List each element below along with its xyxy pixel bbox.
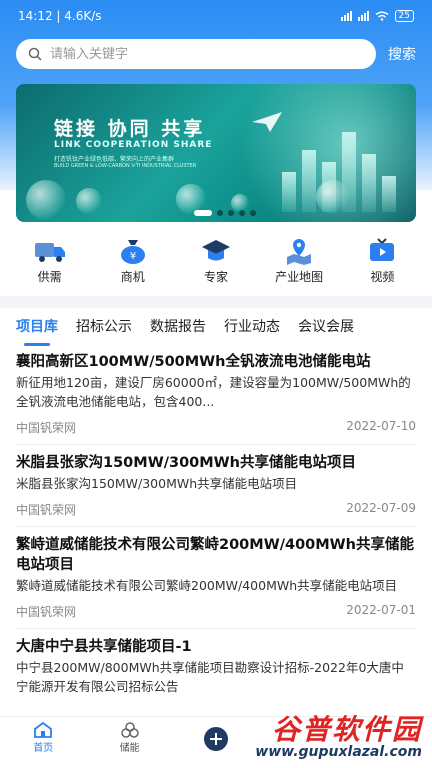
tabbar-label: 储能 (119, 743, 140, 754)
tab-project-library[interactable]: 项目库 (16, 316, 58, 346)
status-time: 14:12 (18, 9, 53, 23)
status-bar: 14:12 | 4.6K/s 25 (0, 0, 432, 32)
quick-nav-expert[interactable]: 专家 (180, 236, 252, 290)
article-meta: 中国钒荣网 2022-07-09 (16, 501, 416, 518)
list-item[interactable]: 米脂县张家沟150MW/300MWh共享储能电站项目 米脂县张家沟150MW/3… (16, 453, 416, 527)
article-summary: 中宁县200MW/800MWh共享储能项目勘察设计招标-2022年0大唐中宁能源… (16, 660, 404, 694)
list-item[interactable]: 襄阳高新区100MW/500MWh全钒液流电池储能电站 新征用地120亩，建设厂… (16, 352, 416, 445)
article-summary: 米脂县张家沟150MW/300MWh共享储能电站项目 (16, 476, 298, 491)
tabbar-home[interactable]: 首页 (13, 721, 73, 754)
quick-nav-business[interactable]: ¥ 商机 (97, 236, 169, 290)
tv-icon (364, 236, 400, 266)
carousel-dot[interactable] (228, 210, 234, 216)
banner-subtitle-en: LINK COOPERATION SHARE (54, 140, 213, 150)
tab-conference[interactable]: 会议会展 (298, 316, 354, 346)
carousel-dot[interactable] (217, 210, 223, 216)
map-pin-icon (281, 236, 317, 266)
category-tabs: 项目库 招标公示 数据报告 行业动态 会议会展 (16, 316, 432, 348)
quick-nav-supply[interactable]: 供需 (14, 236, 86, 290)
quick-nav-label: 产业地图 (275, 270, 324, 284)
list-item[interactable]: 繁峙道威储能技术有限公司繁峙200MW/400MWh共享储能电站项目 繁峙道威储… (16, 535, 416, 629)
quick-nav-video[interactable]: 视频 (346, 236, 418, 290)
banner-carousel[interactable]: 链接 协同 共享 LINK COOPERATION SHARE 打造钒钛产业绿色… (16, 84, 416, 222)
truck-icon (32, 236, 68, 266)
article-title: 米脂县张家沟150MW/300MWh共享储能电站项目 (16, 455, 356, 471)
quick-nav-label: 视频 (370, 270, 395, 284)
banner-bubble (316, 180, 350, 214)
article-source: 中国钒荣网 (16, 421, 77, 435)
article-date: 2022-07-10 (346, 419, 416, 433)
article-title: 大唐中宁县共享储能项目-1 (16, 639, 192, 655)
quick-nav-label: 商机 (120, 270, 145, 284)
banner-bubble (26, 180, 66, 220)
carousel-dots (194, 210, 256, 216)
article-title: 繁峙道威储能技术有限公司繁峙200MW/400MWh共享储能电站项目 (16, 537, 414, 573)
tab-industry-news[interactable]: 行业动态 (224, 316, 280, 346)
signal-icon-2 (357, 11, 369, 21)
quick-nav-label: 专家 (203, 270, 228, 284)
article-date: 2022-07-09 (346, 501, 416, 515)
home-icon (34, 721, 53, 738)
carousel-dot-active[interactable] (194, 210, 212, 216)
graduation-cap-icon (198, 236, 234, 266)
tab-data-report[interactable]: 数据报告 (150, 316, 206, 346)
article-meta: 中国钒荣网 2022-07-10 (16, 419, 416, 436)
status-speed: 4.6K/s (64, 9, 102, 23)
article-source: 中国钒荣网 (16, 605, 77, 619)
article-title: 襄阳高新区100MW/500MWh全钒液流电池储能电站 (16, 354, 371, 370)
status-left: 14:12 | 4.6K/s (18, 9, 102, 23)
article-meta: 中国钒荣网 2022-07-01 (16, 603, 416, 620)
quick-nav-industry-map[interactable]: 产业地图 (263, 236, 335, 290)
paper-plane-icon (252, 112, 282, 132)
banner-bubble (76, 188, 102, 214)
battery-icon: 25 (394, 10, 414, 22)
tab-tender-notice[interactable]: 招标公示 (76, 316, 132, 346)
banner-slogan-en: BUILD GREEN & LOW-CARBON V-TI INDUSTRIAL… (54, 163, 197, 169)
search-row: 搜索 (16, 38, 416, 70)
status-right: 25 (340, 10, 414, 22)
article-summary: 新征用地120亩，建设厂房60000㎡，建设容量为100MW/500MWh的全钒… (16, 375, 411, 409)
search-button[interactable]: 搜索 (388, 44, 416, 64)
search-input[interactable] (50, 46, 330, 62)
quick-nav: 供需 ¥ 商机 专家 产业地图 视频 (8, 236, 424, 290)
article-list: 襄阳高新区100MW/500MWh全钒液流电池储能电站 新征用地120亩，建设厂… (16, 352, 416, 712)
watermark-url: www.gupuxlazal.com (255, 744, 422, 760)
watermark-logo: 谷普软件园 www.gupuxlazal.com (255, 708, 422, 760)
svg-text:¥: ¥ (130, 251, 136, 262)
tabbar-storage[interactable]: 储能 (100, 721, 160, 754)
banner-title: 链接 协同 共享 (54, 118, 206, 140)
carousel-dot[interactable] (239, 210, 245, 216)
plus-icon (203, 727, 228, 751)
tabbar-center[interactable] (186, 721, 246, 751)
carousel-dot[interactable] (250, 210, 256, 216)
list-item[interactable]: 大唐中宁县共享储能项目-1 中宁县200MW/800MWh共享储能项目勘察设计招… (16, 637, 416, 704)
tabbar-label: 首页 (33, 743, 54, 754)
money-bag-icon: ¥ (115, 236, 151, 266)
article-source: 中国钒荣网 (16, 503, 77, 517)
section-divider (0, 296, 432, 308)
storage-icon (120, 722, 139, 738)
search-box[interactable] (16, 39, 376, 69)
signal-icon (340, 11, 352, 21)
wifi-icon (375, 11, 388, 21)
banner-slogan-cn: 打造钒钛产业绿色低碳、繁荣向上的产业集群 (54, 156, 175, 163)
article-date: 2022-07-01 (346, 603, 416, 617)
watermark-title: 谷普软件园 (271, 713, 422, 746)
article-summary: 繁峙道威储能技术有限公司繁峙200MW/400MWh共享储能电站项目 (16, 578, 398, 593)
search-icon (28, 47, 42, 61)
quick-nav-label: 供需 (37, 270, 62, 284)
